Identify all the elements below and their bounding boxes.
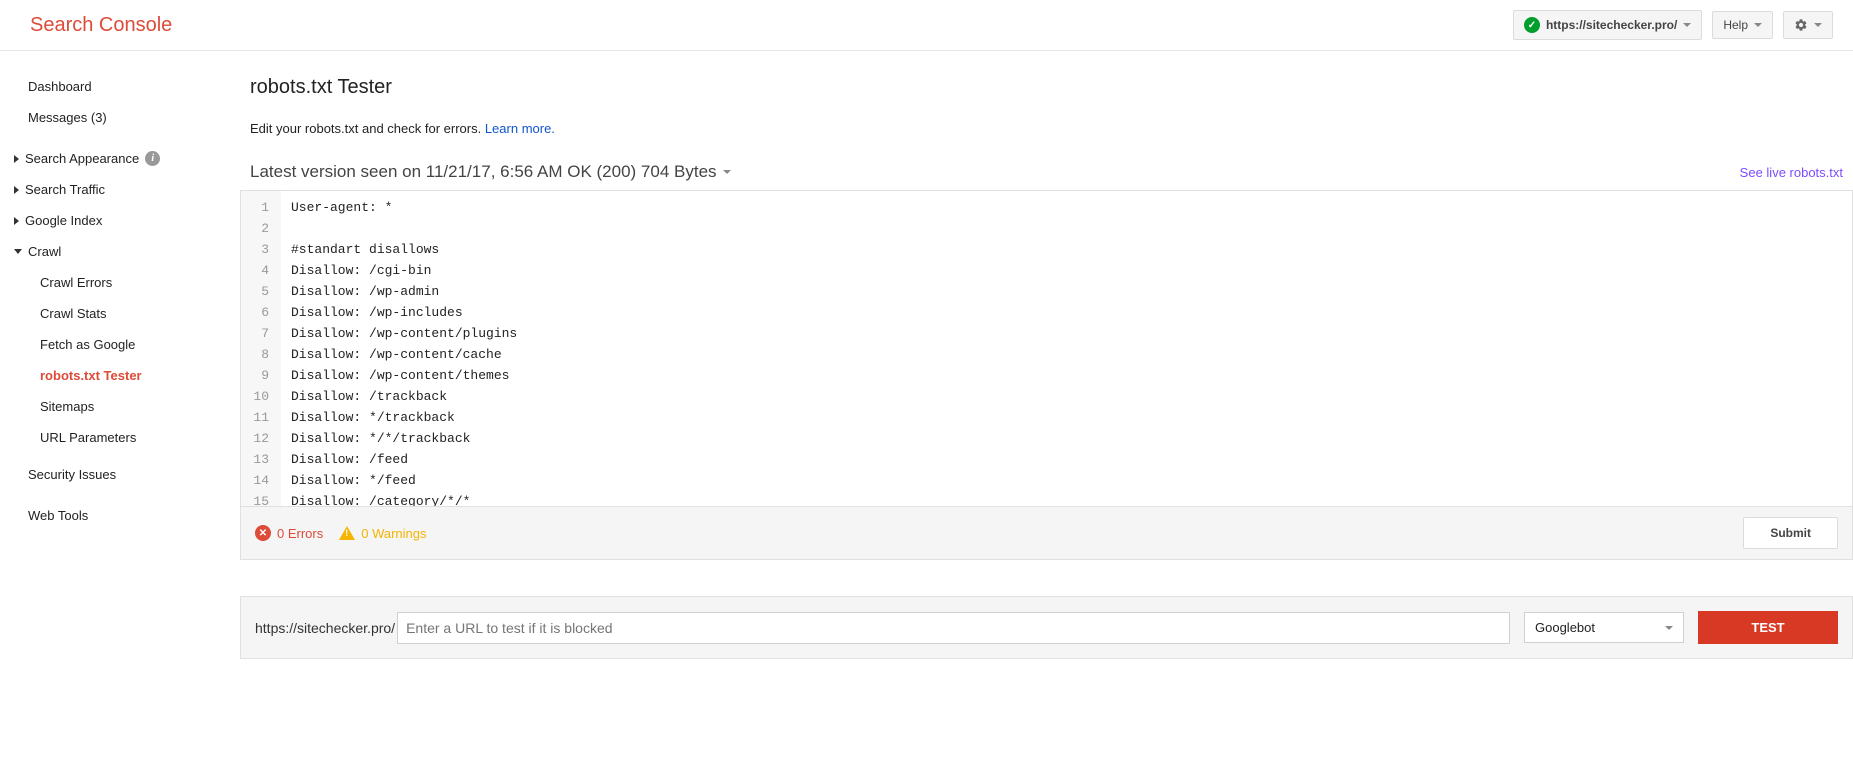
sidebar-item-web-tools[interactable]: Web Tools <box>0 500 240 531</box>
sidebar-label: Crawl <box>28 244 61 259</box>
triangle-right-icon <box>14 186 19 194</box>
page-title: robots.txt Tester <box>240 76 1853 99</box>
info-icon: i <box>145 151 160 166</box>
code-content[interactable]: User-agent: * #standart disallowsDisallo… <box>281 191 1852 506</box>
url-prefix-label: https://sitechecker.pro/ <box>255 620 397 636</box>
sidebar-item-crawl-stats[interactable]: Crawl Stats <box>0 298 240 329</box>
url-test-input[interactable] <box>397 612 1510 644</box>
learn-more-link[interactable]: Learn more. <box>485 121 555 136</box>
sidebar-item-crawl-errors[interactable]: Crawl Errors <box>0 267 240 298</box>
brand-title: Search Console <box>30 14 172 37</box>
chevron-down-icon <box>1754 23 1762 27</box>
property-label: https://sitechecker.pro/ <box>1546 18 1677 32</box>
sidebar-item-security[interactable]: Security Issues <box>0 459 240 490</box>
sidebar-item-google-index[interactable]: Google Index <box>0 205 240 236</box>
property-selector[interactable]: ✓ https://sitechecker.pro/ <box>1513 10 1702 40</box>
sidebar-label: Google Index <box>25 213 102 228</box>
help-button[interactable]: Help <box>1712 11 1773 39</box>
errors-count: 0 Errors <box>277 526 323 541</box>
sidebar-item-url-parameters[interactable]: URL Parameters <box>0 422 240 453</box>
version-label: Latest version seen on 11/21/17, 6:56 AM… <box>250 162 717 182</box>
warning-icon <box>339 526 355 540</box>
triangle-right-icon <box>14 217 19 225</box>
warnings-count: 0 Warnings <box>361 526 426 541</box>
sidebar-item-search-traffic[interactable]: Search Traffic <box>0 174 240 205</box>
line-numbers: 123456789101112131415 <box>241 191 281 506</box>
settings-button[interactable] <box>1783 11 1833 39</box>
error-icon: ✕ <box>255 525 271 541</box>
sidebar-item-robots-tester[interactable]: robots.txt Tester <box>0 360 240 391</box>
bot-label: Googlebot <box>1535 620 1595 635</box>
sidebar-item-search-appearance[interactable]: Search Appearance i <box>0 143 240 174</box>
gear-icon <box>1794 18 1808 32</box>
code-editor[interactable]: 123456789101112131415 User-agent: * #sta… <box>241 191 1852 506</box>
check-icon: ✓ <box>1524 17 1540 33</box>
chevron-down-icon <box>1683 23 1691 27</box>
submit-button[interactable]: Submit <box>1743 517 1838 549</box>
sidebar-label: Search Traffic <box>25 182 105 197</box>
chevron-down-icon <box>723 170 731 174</box>
user-agent-select[interactable]: Googlebot <box>1524 612 1684 643</box>
chevron-down-icon <box>1814 23 1822 27</box>
chevron-down-icon <box>1665 626 1673 630</box>
sidebar-item-fetch-as-google[interactable]: Fetch as Google <box>0 329 240 360</box>
see-live-link[interactable]: See live robots.txt <box>1740 165 1843 180</box>
sidebar-item-sitemaps[interactable]: Sitemaps <box>0 391 240 422</box>
help-label: Help <box>1723 18 1748 32</box>
triangle-right-icon <box>14 155 19 163</box>
sidebar-item-crawl[interactable]: Crawl <box>0 236 240 267</box>
triangle-down-icon <box>14 249 22 254</box>
sidebar-item-messages[interactable]: Messages (3) <box>0 102 240 133</box>
sidebar-label: Search Appearance <box>25 151 139 166</box>
sidebar-item-dashboard[interactable]: Dashboard <box>0 71 240 102</box>
test-button[interactable]: TEST <box>1698 611 1838 644</box>
version-dropdown[interactable]: Latest version seen on 11/21/17, 6:56 AM… <box>250 162 731 182</box>
sidebar: Dashboard Messages (3) Search Appearance… <box>0 51 240 689</box>
subtitle-text: Edit your robots.txt and check for error… <box>250 121 485 136</box>
